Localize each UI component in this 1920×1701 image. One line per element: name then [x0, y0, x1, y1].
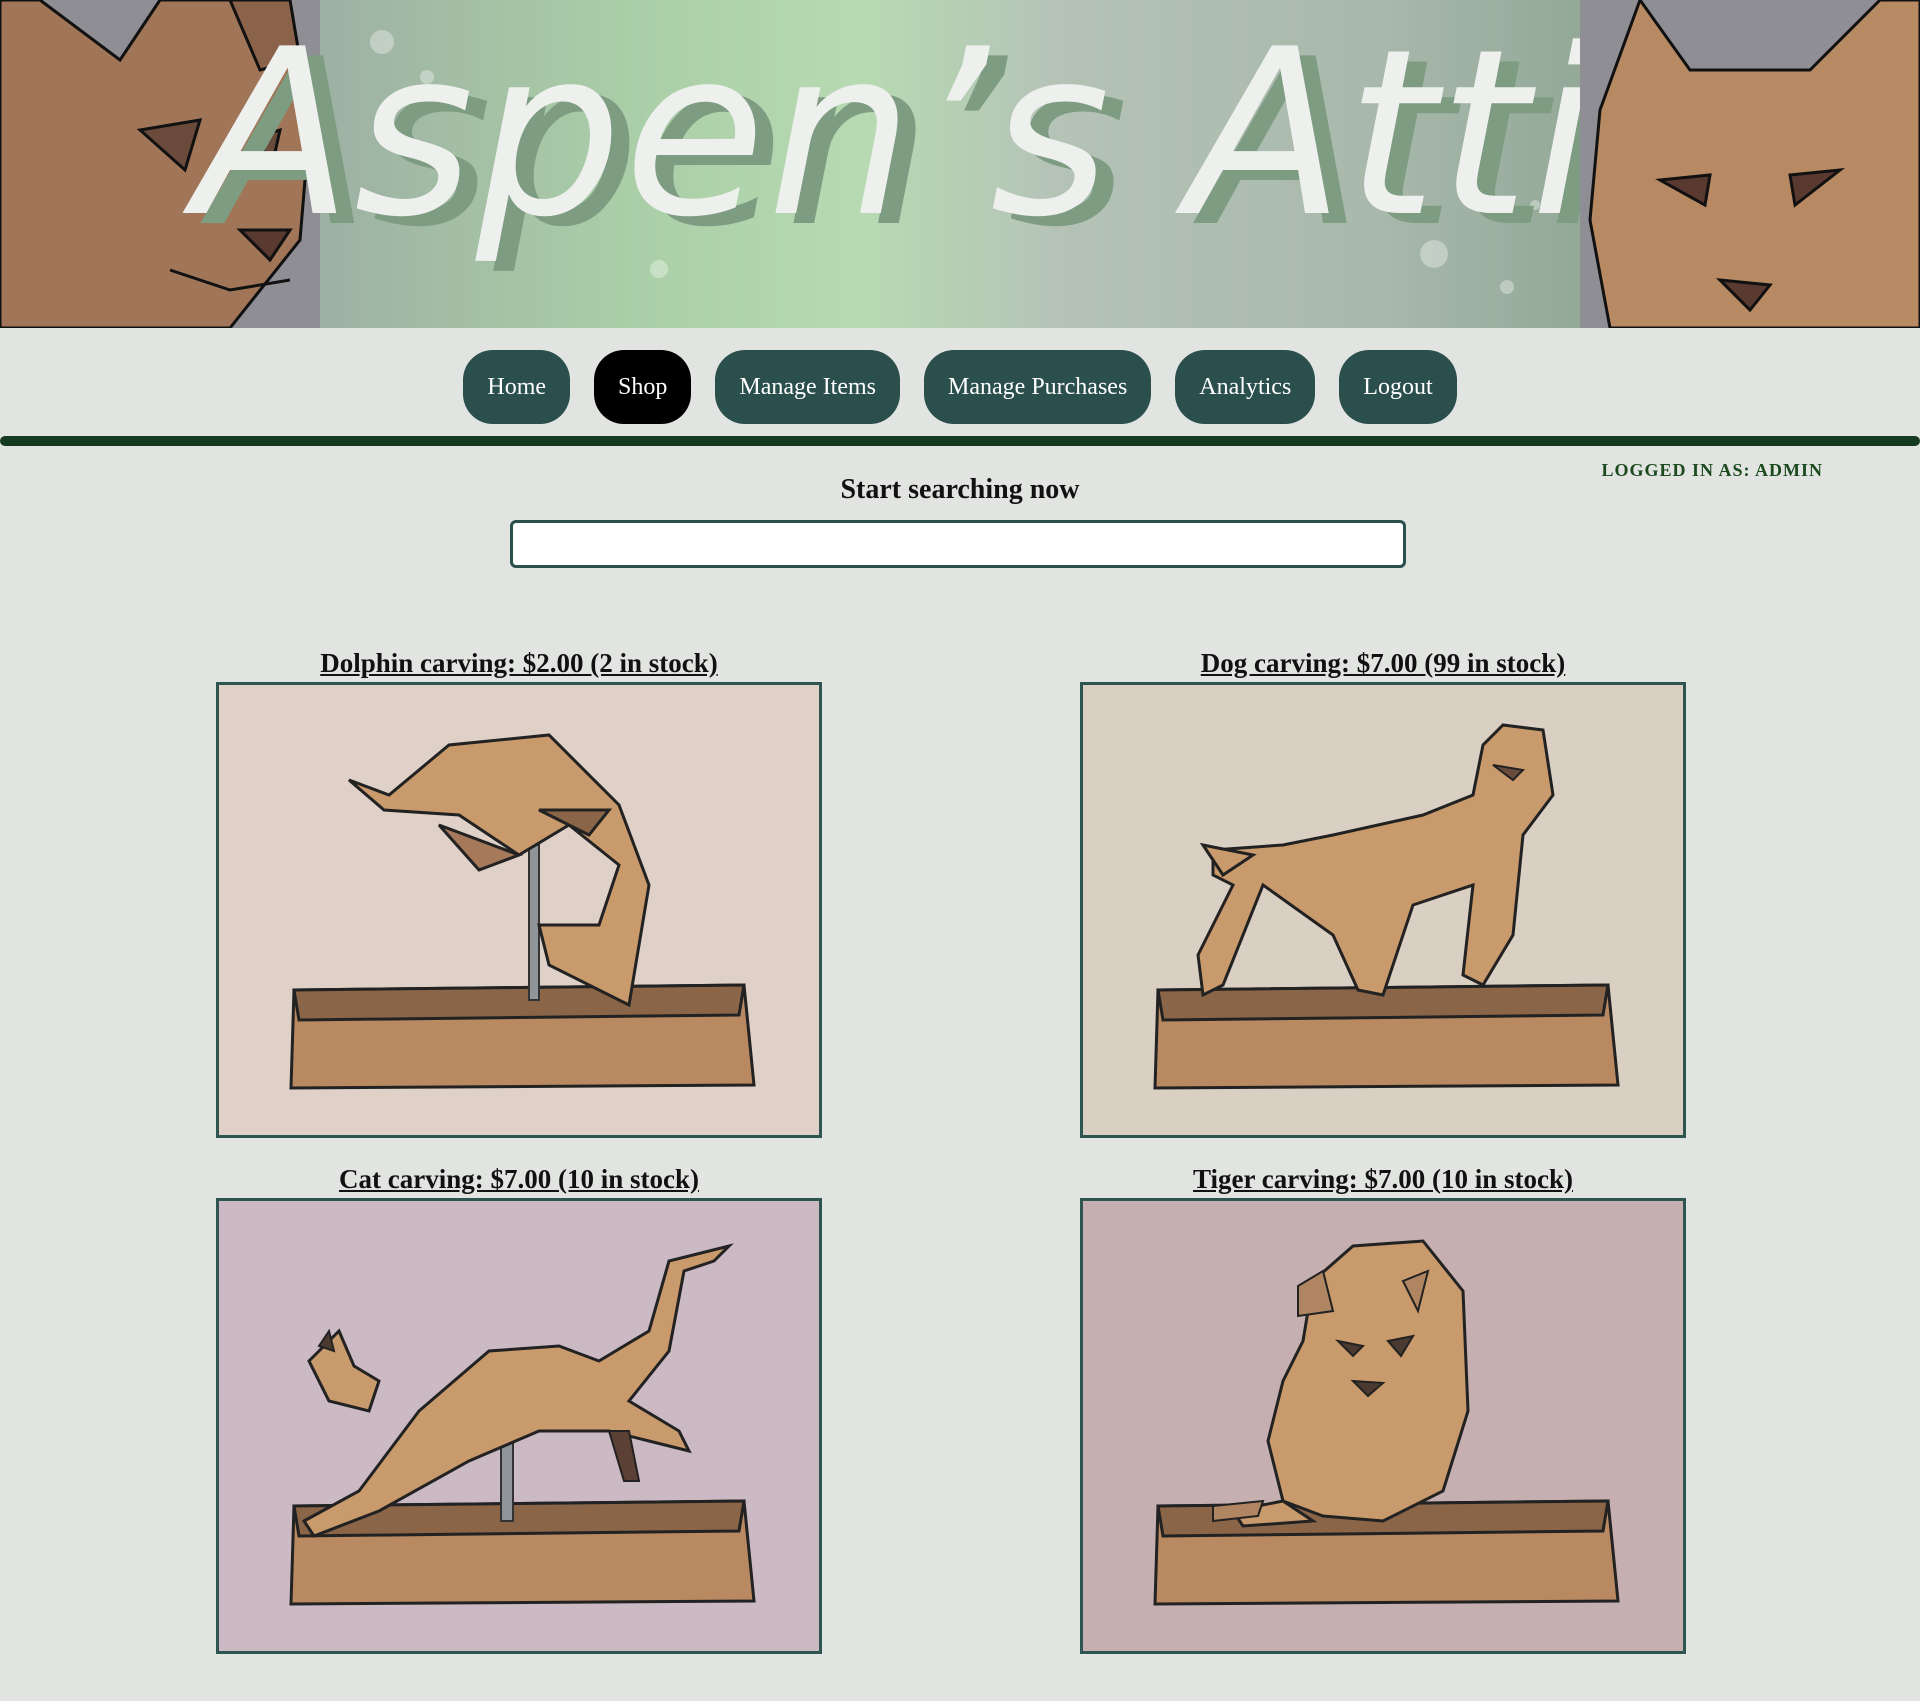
main-nav: Home Shop Manage Items Manage Purchases … [0, 350, 1920, 424]
wooden-lynx-head-right [1580, 0, 1920, 328]
product-title-link[interactable]: Cat carving: $7.00 (10 in stock) [216, 1164, 822, 1195]
nav-analytics-button[interactable]: Analytics [1175, 350, 1316, 424]
product-image-frame[interactable] [1080, 1198, 1686, 1654]
product-image-frame[interactable] [216, 682, 822, 1138]
search-title: Start searching now [840, 474, 1080, 505]
tiger-carving-image [1153, 1239, 1620, 1606]
product-title-link[interactable]: Dog carving: $7.00 (99 in stock) [1080, 648, 1686, 679]
nav-logout-button[interactable]: Logout [1339, 350, 1457, 424]
nav-home-button[interactable]: Home [463, 350, 571, 424]
product-card: Tiger carving: $7.00 (10 in stock) [1080, 1164, 1686, 1654]
dolphin-carving-image [289, 733, 756, 1090]
product-title-link[interactable]: Tiger carving: $7.00 (10 in stock) [1080, 1164, 1686, 1195]
product-card: Dolphin carving: $2.00 (2 in stock) [216, 648, 822, 1138]
product-image-frame[interactable] [1080, 682, 1686, 1138]
product-card: Cat carving: $7.00 (10 in stock) [216, 1164, 822, 1654]
nav-divider [0, 436, 1920, 446]
cat-carving-image [289, 1243, 756, 1606]
search-input[interactable] [510, 520, 1406, 568]
nav-manage-items-button[interactable]: Manage Items [715, 350, 901, 424]
site-banner: Aspen’s Attic [0, 0, 1920, 328]
product-image-frame[interactable] [216, 1198, 822, 1654]
nav-shop-button[interactable]: Shop [594, 350, 692, 424]
product-card: Dog carving: $7.00 (99 in stock) [1080, 648, 1686, 1138]
dog-carving-image [1153, 723, 1620, 1090]
product-title-link[interactable]: Dolphin carving: $2.00 (2 in stock) [216, 648, 822, 679]
nav-manage-purchases-button[interactable]: Manage Purchases [924, 350, 1152, 424]
